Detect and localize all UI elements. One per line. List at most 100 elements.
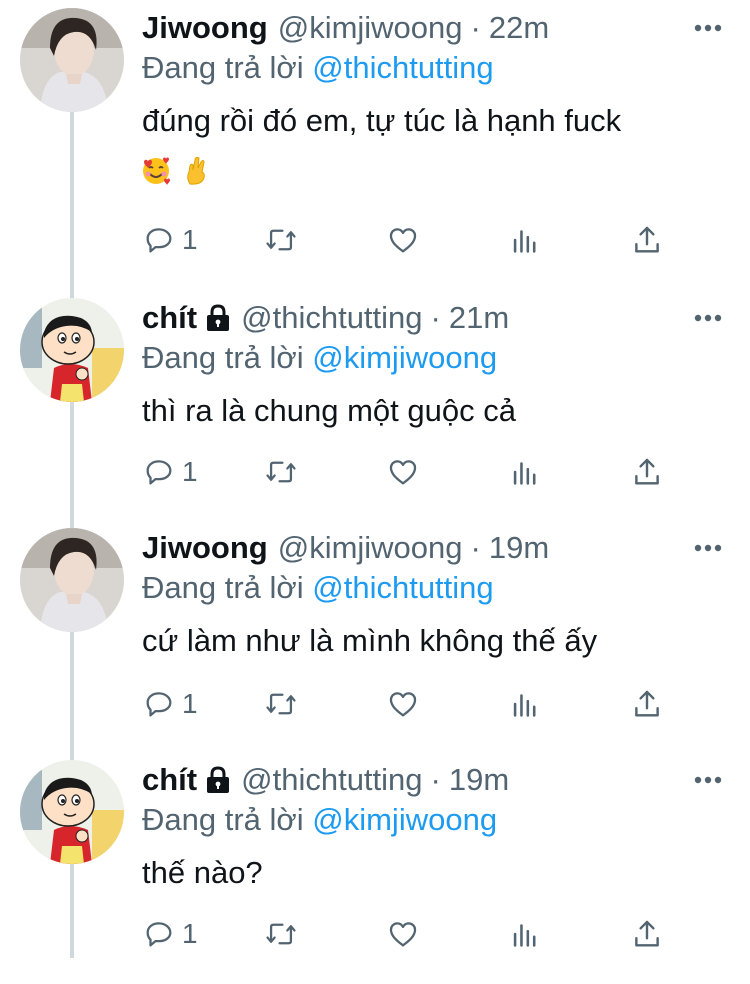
like-icon: [389, 228, 417, 253]
avatar[interactable]: [20, 8, 124, 112]
analytics-icon: [513, 694, 536, 717]
replying-to-label: Đang trả lời: [142, 802, 304, 837]
timestamp[interactable]: 22m: [489, 8, 549, 48]
mention-link[interactable]: @kimjiwoong: [312, 340, 497, 375]
timestamp[interactable]: 19m: [489, 528, 549, 568]
reply-count: 1: [182, 918, 198, 949]
separator-dot: ·: [470, 530, 481, 565]
more-icon[interactable]: [694, 314, 722, 322]
separator-dot: ·: [430, 762, 441, 797]
like-button[interactable]: [386, 686, 420, 722]
like-button[interactable]: [386, 916, 420, 952]
emoji-row: [140, 154, 212, 186]
user-handle[interactable]: @thichtutting: [241, 298, 422, 338]
reply-icon: [146, 228, 172, 253]
analytics-button[interactable]: [508, 916, 542, 952]
avatar[interactable]: [20, 298, 124, 402]
analytics-button[interactable]: [508, 454, 542, 490]
analytics-button[interactable]: [508, 686, 542, 722]
reply-count: 1: [182, 224, 198, 255]
reply-count: 1: [182, 456, 198, 487]
share-button[interactable]: [630, 222, 664, 258]
user-handle[interactable]: @kimjiwoong: [278, 528, 463, 568]
retweet-icon: [266, 693, 296, 715]
portrait-photo-avatar: [20, 8, 124, 112]
reply-button[interactable]: 1: [142, 454, 198, 490]
retweet-icon: [266, 923, 296, 945]
tweet-text: thế nào?: [142, 855, 263, 890]
share-icon: [635, 690, 659, 717]
replying-to-label: Đang trả lời: [142, 340, 304, 375]
reply-icon: [146, 922, 172, 947]
replying-to: Đang trả lời @thichtutting: [142, 568, 494, 608]
analytics-icon: [513, 230, 536, 253]
lock-icon: [207, 304, 230, 331]
tweet-text: cứ làm như là mình không thế ấy: [142, 623, 598, 658]
display-name[interactable]: Jiwoong: [142, 8, 268, 48]
separator-dot: ·: [470, 10, 481, 45]
analytics-icon: [513, 924, 536, 947]
action-bar: 1: [142, 686, 682, 722]
share-icon: [635, 920, 659, 947]
replying-to: Đang trả lời @thichtutting: [142, 48, 494, 88]
tweet[interactable]: Jiwoong @kimjiwoong · 19m Đang trả lời @…: [0, 520, 750, 752]
replying-to: Đang trả lời @kimjiwoong: [142, 800, 497, 840]
separator-dot: ·: [430, 300, 441, 335]
timestamp[interactable]: 21m: [449, 298, 509, 338]
action-bar: 1: [142, 454, 682, 490]
mention-link[interactable]: @thichtutting: [312, 570, 493, 605]
analytics-icon: [513, 462, 536, 485]
reply-button[interactable]: 1: [142, 686, 198, 722]
portrait-photo-avatar: [20, 528, 124, 632]
reply-icon: [146, 692, 172, 717]
replying-to: Đang trả lời @kimjiwoong: [142, 338, 497, 378]
action-bar: 1: [142, 916, 682, 952]
avatar[interactable]: [20, 528, 124, 632]
retweet-button[interactable]: [264, 454, 298, 490]
replying-to-label: Đang trả lời: [142, 570, 304, 605]
user-handle[interactable]: @thichtutting: [241, 760, 422, 800]
analytics-button[interactable]: [508, 222, 542, 258]
like-button[interactable]: [386, 222, 420, 258]
reply-button[interactable]: 1: [142, 222, 198, 258]
tweet-text: đúng rồi đó em, tự túc là hạnh fuck: [142, 103, 622, 138]
reply-count: 1: [182, 688, 198, 719]
mention-link[interactable]: @thichtutting: [312, 50, 493, 85]
action-bar: 1: [142, 222, 682, 258]
retweet-button[interactable]: [264, 686, 298, 722]
retweet-icon: [266, 229, 296, 251]
share-button[interactable]: [630, 916, 664, 952]
share-button[interactable]: [630, 454, 664, 490]
tweet[interactable]: chít @thichtutting · 21m Đang trả lời @k…: [0, 290, 750, 522]
cartoon-character-avatar: [20, 760, 124, 864]
display-name[interactable]: chít: [142, 760, 197, 800]
share-icon: [635, 458, 659, 485]
retweet-button[interactable]: [264, 222, 298, 258]
reply-button[interactable]: 1: [142, 916, 198, 952]
tweet[interactable]: Jiwoong @kimjiwoong · 22m Đang trả lời @…: [0, 0, 750, 255]
mention-link[interactable]: @kimjiwoong: [312, 802, 497, 837]
cartoon-character-avatar: [20, 298, 124, 402]
retweet-button[interactable]: [264, 916, 298, 952]
replying-to-label: Đang trả lời: [142, 50, 304, 85]
like-icon: [389, 922, 417, 947]
smiling-face-with-hearts-emoji: [143, 157, 170, 185]
more-icon[interactable]: [694, 776, 722, 784]
reply-icon: [146, 460, 172, 485]
share-button[interactable]: [630, 686, 664, 722]
like-icon: [389, 460, 417, 485]
tweet-text: thì ra là chung một guộc cả: [142, 393, 516, 428]
display-name[interactable]: Jiwoong: [142, 528, 268, 568]
lock-icon: [207, 766, 230, 793]
like-button[interactable]: [386, 454, 420, 490]
retweet-icon: [266, 461, 296, 483]
display-name[interactable]: chít: [142, 298, 197, 338]
more-icon[interactable]: [694, 544, 722, 552]
crossed-fingers-emoji: [187, 156, 205, 185]
timestamp[interactable]: 19m: [449, 760, 509, 800]
avatar[interactable]: [20, 760, 124, 864]
user-handle[interactable]: @kimjiwoong: [278, 8, 463, 48]
more-icon[interactable]: [694, 24, 722, 32]
share-icon: [635, 226, 659, 253]
tweet[interactable]: chít @thichtutting · 19m Đang trả lời @k…: [0, 752, 750, 984]
